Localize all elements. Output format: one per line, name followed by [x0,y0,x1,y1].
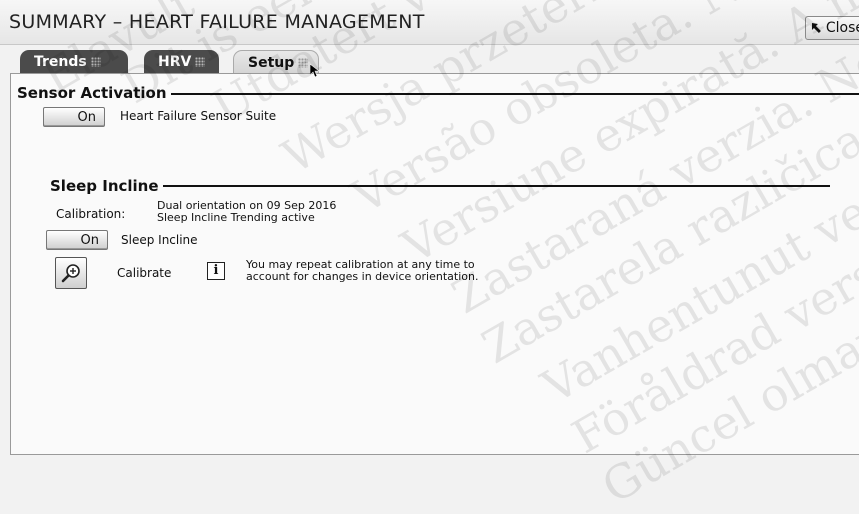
close-button[interactable]: Close [805,16,859,40]
section-divider [158,185,830,187]
calibration-status-line2: Sleep Incline Trending active [157,211,315,224]
calibrate-label: Calibrate [117,266,172,280]
sleep-incline-title: Sleep Incline [50,177,163,195]
calibrate-button[interactable] [55,257,87,289]
calibration-status: Dual orientation on 09 Sep 2016 Sleep In… [157,200,336,224]
tab-trends-label: Trends [34,54,87,70]
sensor-activation-title: Sensor Activation [17,84,171,102]
sensor-suite-label: Heart Failure Sensor Suite [120,109,277,123]
tab-hrv-label: HRV [158,54,192,70]
info-icon: i [207,262,225,280]
section-divider [170,93,859,95]
sensor-suite-toggle[interactable]: On [43,107,105,127]
close-button-label: Close [825,20,859,36]
window-title: SUMMARY – HEART FAILURE MANAGEMENT [9,11,425,33]
info-text-line2: account for changes in device orientatio… [246,270,479,283]
tab-trends[interactable]: Trends [20,50,128,74]
close-arrow-icon [811,23,821,33]
sleep-incline-toggle[interactable]: On [46,230,108,250]
tab-hrv[interactable]: HRV [144,50,219,74]
grip-icon [90,57,101,67]
calibration-label: Calibration: [56,207,126,221]
title-bar: SUMMARY – HEART FAILURE MANAGEMENT Close [0,0,859,45]
calibration-info-text: You may repeat calibration at any time t… [246,259,478,283]
magnifier-plus-icon [61,264,80,283]
tab-setup-label: Setup [248,55,295,71]
sleep-incline-label: Sleep Incline [121,233,198,247]
tab-setup[interactable]: Setup [233,50,319,74]
mouse-pointer-icon [310,64,320,78]
grip-icon [195,57,206,67]
grip-icon [298,58,309,68]
